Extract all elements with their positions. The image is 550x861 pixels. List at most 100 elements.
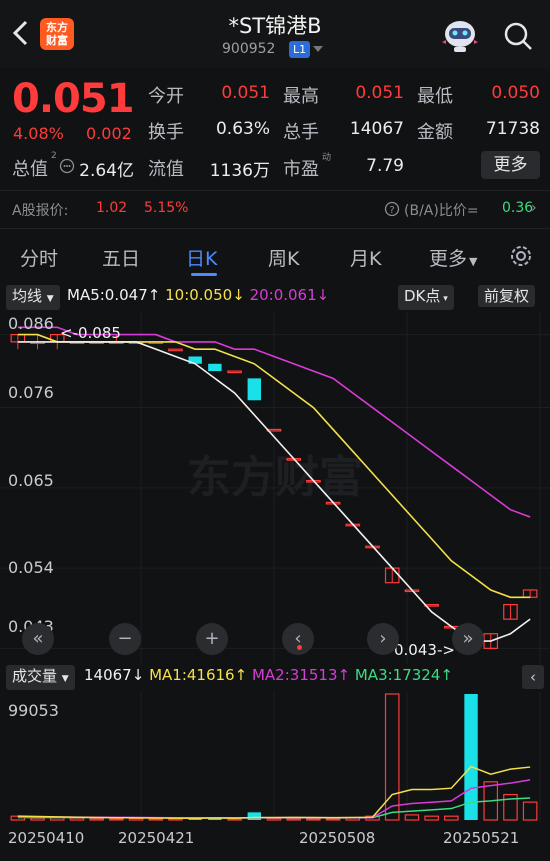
price-tick: 0.086	[8, 314, 54, 333]
volume-bar	[286, 818, 302, 821]
date-tick: 20250521	[443, 829, 520, 847]
volume-bar	[30, 817, 45, 821]
volume-bar	[464, 694, 478, 820]
volume-bar	[89, 818, 104, 821]
arrow-up-icon: ↑	[337, 666, 351, 684]
pe-value: 7.79	[366, 156, 404, 176]
help-icon[interactable]: ?	[384, 201, 400, 217]
level-badge[interactable]: L1	[289, 41, 311, 58]
volume-bar	[522, 801, 538, 821]
search-icon[interactable]	[502, 20, 534, 52]
mktcap-superscript: 2	[51, 151, 57, 161]
volume-bar	[444, 815, 459, 821]
volume-chart[interactable]	[0, 692, 550, 822]
volume-bar	[424, 815, 439, 821]
tab-weekly-k[interactable]: 周K	[268, 244, 299, 271]
tab-5day[interactable]: 五日	[102, 244, 140, 271]
chevron-down-icon[interactable]	[313, 46, 323, 52]
volume-bar	[109, 818, 124, 821]
zoom-in-icon[interactable]: +	[196, 623, 228, 655]
price-tick: 0.054	[8, 558, 54, 577]
turnover-label: 换手	[148, 122, 184, 143]
dk-point-toggle[interactable]: DK点 ▾	[398, 285, 454, 310]
tab-intraday[interactable]: 分时	[20, 244, 58, 271]
svg-text:?: ?	[389, 205, 394, 216]
ma5-value: MA5:0.047	[67, 286, 148, 304]
turnover-value: 0.63%	[215, 119, 270, 139]
arrow-down-icon: ↓	[316, 286, 330, 304]
watermark: 东方财富	[187, 452, 363, 503]
adjust-select[interactable]: 前复权	[478, 285, 536, 307]
chevron-right-icon[interactable]: ›	[531, 200, 537, 216]
current-price: 0.051	[12, 76, 135, 122]
volume-bar	[325, 818, 341, 821]
vol-value: 14067	[84, 666, 132, 684]
change-amount: 0.002	[86, 124, 132, 143]
arrow-down-icon: ↓	[131, 666, 145, 684]
scroll-left-icon[interactable]: ‹	[282, 623, 314, 655]
open-value: 0.051	[221, 83, 270, 103]
arrow-down-icon: ↓	[232, 286, 245, 304]
tab-more-label: 更多	[429, 248, 468, 270]
mktcap-label: 总值	[12, 159, 48, 180]
date-tick: 20250410	[8, 829, 85, 847]
low-annotation: 0.043->	[394, 641, 455, 659]
mktcap-value: 2.64亿	[79, 161, 134, 181]
tab-monthly-k[interactable]: 月K	[350, 244, 381, 271]
high-label: 最高	[283, 86, 319, 107]
a-share-percent[interactable]: 5.15%	[144, 200, 188, 216]
robot-assistant-icon[interactable]	[440, 16, 480, 54]
more-quote-button[interactable]: 更多	[481, 151, 540, 179]
ma20-value: 20:0.061	[249, 286, 317, 304]
arrow-up-icon: ↑	[440, 666, 453, 684]
float-label: 流值	[148, 159, 184, 180]
ma-values: MA5:0.047↑ 10:0.050↓ 20:0.061↓	[67, 286, 329, 304]
indicator-mode-select[interactable]: 均线 ▼	[6, 285, 60, 310]
volume-indicator-select[interactable]: 成交量 ▼	[6, 665, 75, 690]
volume-bar	[168, 818, 183, 821]
gear-icon[interactable]	[507, 242, 535, 270]
ratio-label: (B/A)比价=	[404, 203, 479, 219]
indicator-mode-label: 均线	[12, 287, 43, 305]
volume-bar	[227, 818, 242, 821]
candle-body	[227, 370, 242, 374]
tab-daily-k[interactable]: 日K	[186, 244, 217, 271]
open-label: 今开	[148, 86, 184, 107]
active-tab-indicator	[191, 273, 217, 276]
volume-bar	[384, 693, 400, 821]
divider	[0, 228, 550, 229]
zoom-out-icon[interactable]: −	[109, 623, 141, 655]
volume-bar	[188, 818, 202, 820]
price-tick: 0.076	[8, 383, 54, 402]
high-annotation: <-0.085	[60, 324, 121, 342]
vol-ma1: MA1:41616	[149, 666, 235, 684]
top-bar: 东方 财富 *ST锦港B 900952 L1	[0, 0, 550, 68]
float-value: 1136万	[209, 161, 270, 181]
stock-code: 900952	[222, 41, 276, 57]
scroll-right-icon[interactable]: ›	[367, 623, 399, 655]
a-share-price[interactable]: 1.02	[96, 200, 127, 216]
pe-label: 市盈	[283, 159, 319, 180]
amount-label: 金额	[417, 122, 453, 143]
candle-body	[168, 348, 183, 352]
scroll-end-icon[interactable]: »	[452, 623, 484, 655]
amount-value: 71738	[485, 119, 540, 139]
volume-values: 14067↓ MA1:41616↑ MA2:31513↑ MA3:17324↑	[84, 666, 453, 684]
volume-bar	[247, 812, 261, 820]
collapse-panel-icon[interactable]: ‹	[522, 665, 544, 689]
candlestick-chart[interactable]: 东方财富	[0, 312, 550, 664]
volume-bar	[148, 818, 164, 821]
a-share-label: A股报价:	[12, 203, 69, 219]
low-value: 0.050	[491, 83, 540, 103]
dk-label: DK点	[404, 287, 441, 305]
tab-more[interactable]: 更多 ▼	[429, 244, 477, 271]
zoom-out-fast-icon[interactable]: «	[22, 623, 54, 655]
date-tick: 20250508	[299, 829, 376, 847]
volume-value: 14067	[349, 119, 404, 139]
arrow-up-icon: ↑	[234, 666, 248, 684]
volume-label: 总手	[283, 122, 319, 143]
info-icon[interactable]	[59, 158, 75, 174]
price-tick: 0.065	[8, 471, 54, 490]
low-label: 最低	[417, 86, 453, 107]
vol-ma2: MA2:31513	[251, 666, 338, 684]
